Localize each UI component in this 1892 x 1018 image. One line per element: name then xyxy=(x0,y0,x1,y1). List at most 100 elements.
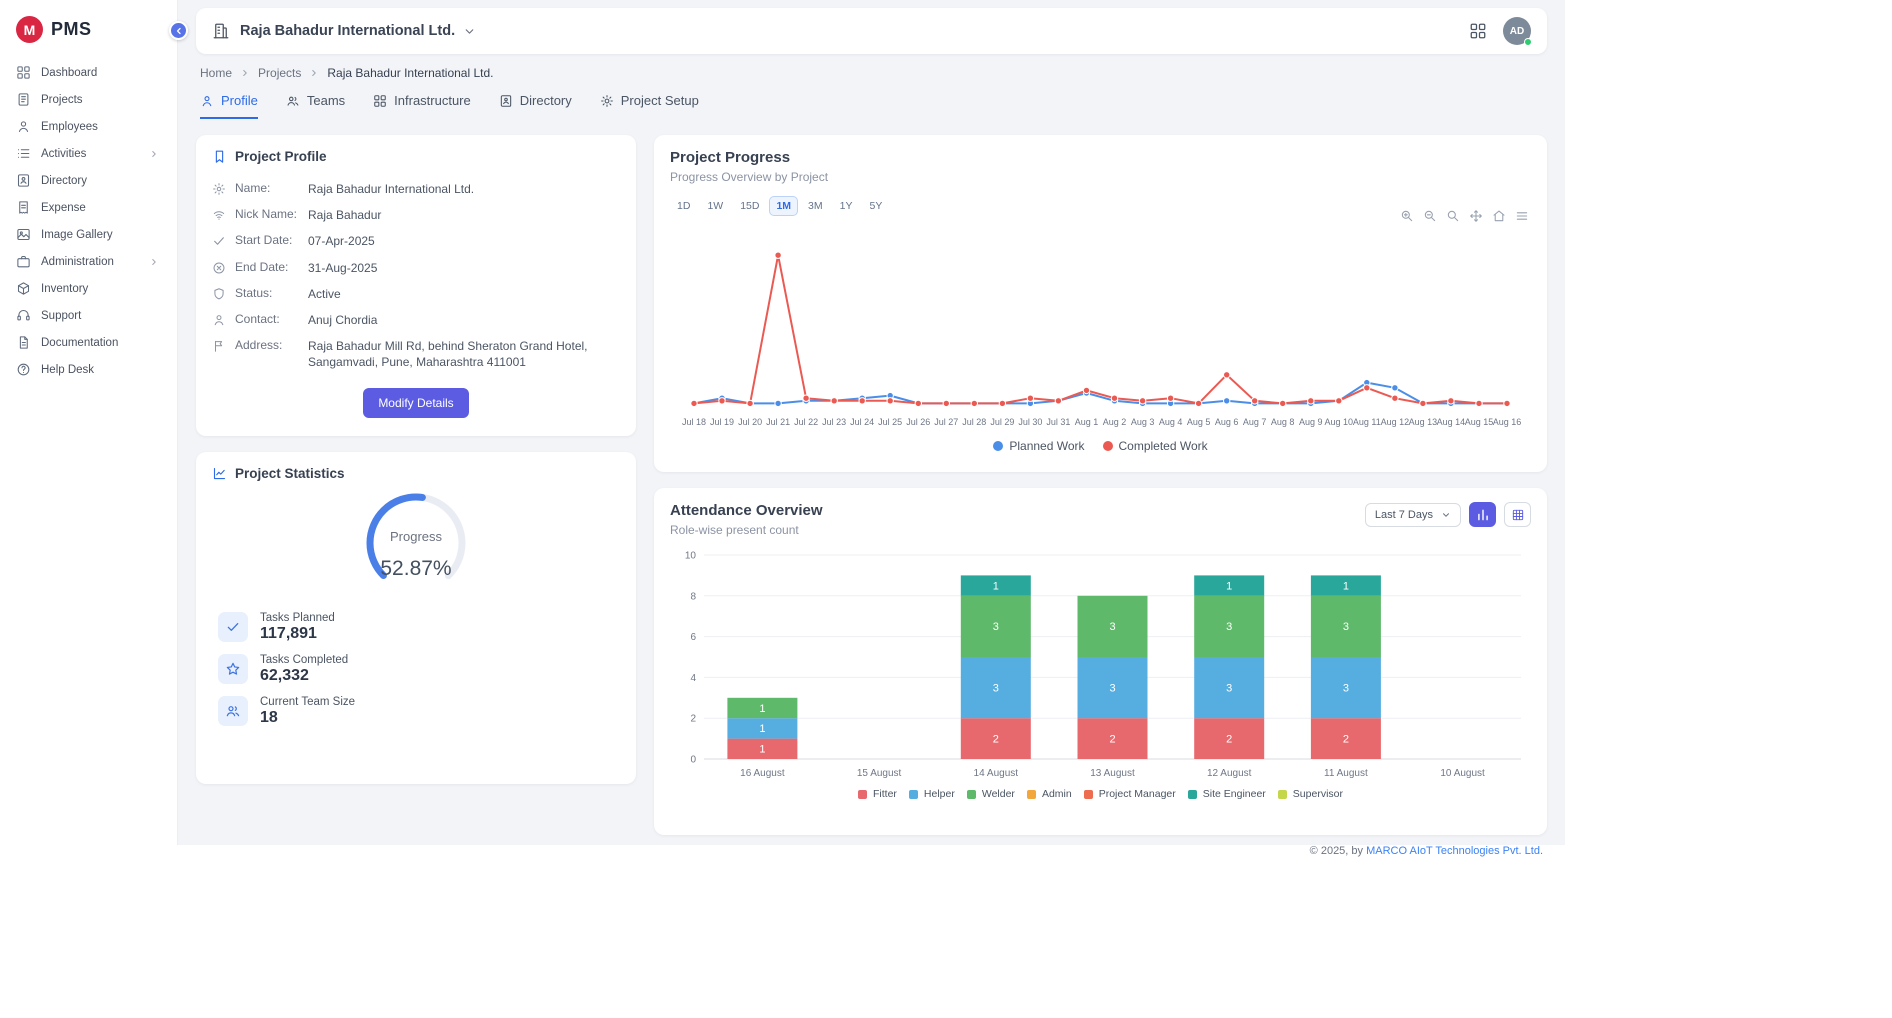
tab-label: Teams xyxy=(307,93,345,108)
stat-label: Current Team Size xyxy=(260,696,355,708)
bar-view-toggle-button[interactable] xyxy=(1469,502,1496,527)
stat-list: Tasks Planned 117,891 Tasks Completed 62… xyxy=(218,612,614,727)
date-range-select[interactable]: Last 7 Days xyxy=(1365,503,1461,527)
card-title: Project Progress xyxy=(670,149,1531,166)
legend-item[interactable]: Fitter xyxy=(858,788,897,800)
sidebar-item-activities[interactable]: Activities xyxy=(0,140,177,167)
svg-text:1: 1 xyxy=(759,703,765,715)
line-chart-icon xyxy=(212,466,227,481)
chevron-down-icon xyxy=(1441,510,1451,520)
sidebar-item-dashboard[interactable]: Dashboard xyxy=(0,59,177,86)
profile-fields: Name: Raja Bahadur International Ltd. Ni… xyxy=(212,176,620,376)
avatar[interactable]: AD xyxy=(1503,17,1531,45)
tab-profile[interactable]: Profile xyxy=(200,93,258,119)
range-3m-button[interactable]: 3M xyxy=(801,196,830,216)
stat-tasks-completed: Tasks Completed 62,332 xyxy=(218,654,614,685)
svg-text:12 August: 12 August xyxy=(1207,768,1252,779)
svg-text:3: 3 xyxy=(993,621,999,633)
sidebar-item-inventory[interactable]: Inventory xyxy=(0,275,177,302)
menu-icon[interactable] xyxy=(1515,209,1529,223)
legend-item[interactable]: Completed Work xyxy=(1103,439,1208,453)
range-5y-button[interactable]: 5Y xyxy=(862,196,889,216)
legend-item[interactable]: Site Engineer xyxy=(1188,788,1266,800)
company-selector[interactable]: Raja Bahadur International Ltd. xyxy=(240,23,476,39)
directory-icon xyxy=(499,94,513,108)
svg-text:Jul 21: Jul 21 xyxy=(766,417,790,427)
sidebar-item-expense[interactable]: Expense xyxy=(0,194,177,221)
sidebar-item-support[interactable]: Support xyxy=(0,302,177,329)
apps-grid-icon[interactable] xyxy=(1469,22,1487,40)
svg-text:Jul 22: Jul 22 xyxy=(794,417,818,427)
documentation-icon xyxy=(16,335,31,350)
sidebar-item-help-desk[interactable]: Help Desk xyxy=(0,356,177,383)
sidebar-item-documentation[interactable]: Documentation xyxy=(0,329,177,356)
stat-value: 18 xyxy=(260,709,355,727)
bar-chart[interactable]: 024681016 August11115 August14 August233… xyxy=(670,547,1531,783)
sidebar-collapse-button[interactable] xyxy=(169,21,188,40)
range-15d-button[interactable]: 15D xyxy=(733,196,766,216)
bar-chart-icon xyxy=(1476,508,1490,522)
legend-item[interactable]: Supervisor xyxy=(1278,788,1343,800)
zoom-out-icon[interactable] xyxy=(1423,209,1437,223)
svg-text:Aug 13: Aug 13 xyxy=(1409,417,1438,427)
line-chart[interactable]: Jul 18Jul 19Jul 20Jul 21Jul 22Jul 23Jul … xyxy=(670,234,1531,432)
shield-icon xyxy=(212,287,226,301)
breadcrumb-projects[interactable]: Projects xyxy=(258,66,301,80)
project-progress-card: Project Progress Progress Overview by Pr… xyxy=(654,135,1547,472)
field-address: Address: Raja Bahadur Mill Rd, behind Sh… xyxy=(212,333,620,375)
sidebar-item-employees[interactable]: Employees xyxy=(0,113,177,140)
modify-details-button[interactable]: Modify Details xyxy=(363,388,468,418)
footer-company-link[interactable]: MARCO AIoT Technologies Pvt. Ltd. xyxy=(1366,845,1543,857)
svg-text:Jul 20: Jul 20 xyxy=(738,417,762,427)
tab-project-setup[interactable]: Project Setup xyxy=(600,93,699,119)
range-1m-button[interactable]: 1M xyxy=(769,196,798,216)
zoom-in-icon[interactable] xyxy=(1400,209,1414,223)
svg-text:Aug 16: Aug 16 xyxy=(1493,417,1522,427)
topbar: Raja Bahadur International Ltd. AD xyxy=(196,8,1547,54)
date-range-value: Last 7 Days xyxy=(1375,509,1433,521)
legend-item[interactable]: Helper xyxy=(909,788,955,800)
legend-label: Completed Work xyxy=(1119,439,1208,453)
table-view-toggle-button[interactable] xyxy=(1504,502,1531,527)
legend-marker xyxy=(993,441,1003,451)
range-1y-button[interactable]: 1Y xyxy=(833,196,860,216)
legend-marker xyxy=(909,790,918,799)
selection-zoom-icon[interactable] xyxy=(1446,209,1460,223)
tab-teams[interactable]: Teams xyxy=(286,93,345,119)
sidebar-item-label: Dashboard xyxy=(41,67,97,79)
pan-icon[interactable] xyxy=(1469,209,1483,223)
range-1w-button[interactable]: 1W xyxy=(700,196,730,216)
svg-text:Jul 30: Jul 30 xyxy=(1018,417,1042,427)
tab-directory[interactable]: Directory xyxy=(499,93,572,119)
legend-item[interactable]: Admin xyxy=(1027,788,1072,800)
tab-label: Profile xyxy=(221,93,258,108)
check-icon xyxy=(212,234,226,248)
range-1d-button[interactable]: 1D xyxy=(670,196,697,216)
legend-item[interactable]: Planned Work xyxy=(993,439,1084,453)
field-value: Anuj Chordia xyxy=(308,312,377,328)
legend-item[interactable]: Welder xyxy=(967,788,1015,800)
sidebar-item-image-gallery[interactable]: Image Gallery xyxy=(0,221,177,248)
project-profile-card: Project Profile Name: Raja Bahadur Inter… xyxy=(196,135,636,436)
tab-infrastructure[interactable]: Infrastructure xyxy=(373,93,471,119)
sidebar-item-directory[interactable]: Directory xyxy=(0,167,177,194)
field-label: Contact: xyxy=(235,312,299,326)
app-logo[interactable]: M PMS xyxy=(0,12,177,59)
breadcrumb-home[interactable]: Home xyxy=(200,66,232,80)
legend-marker xyxy=(1103,441,1113,451)
sidebar-item-administration[interactable]: Administration xyxy=(0,248,177,275)
sidebar-item-label: Support xyxy=(41,310,81,322)
field-value: Raja Bahadur Mill Rd, behind Sheraton Gr… xyxy=(308,338,620,370)
chevron-right-icon xyxy=(240,68,250,78)
svg-text:6: 6 xyxy=(690,632,696,643)
legend-marker xyxy=(1027,790,1036,799)
svg-text:Jul 19: Jul 19 xyxy=(710,417,734,427)
reset-zoom-home-icon[interactable] xyxy=(1492,209,1506,223)
legend-item[interactable]: Project Manager xyxy=(1084,788,1176,800)
sidebar-item-projects[interactable]: Projects xyxy=(0,86,177,113)
tab-label: Directory xyxy=(520,93,572,108)
tab-label: Project Setup xyxy=(621,93,699,108)
sidebar-item-label: Projects xyxy=(41,94,83,106)
sidebar-item-label: Directory xyxy=(41,175,87,187)
activities-icon xyxy=(16,146,31,161)
